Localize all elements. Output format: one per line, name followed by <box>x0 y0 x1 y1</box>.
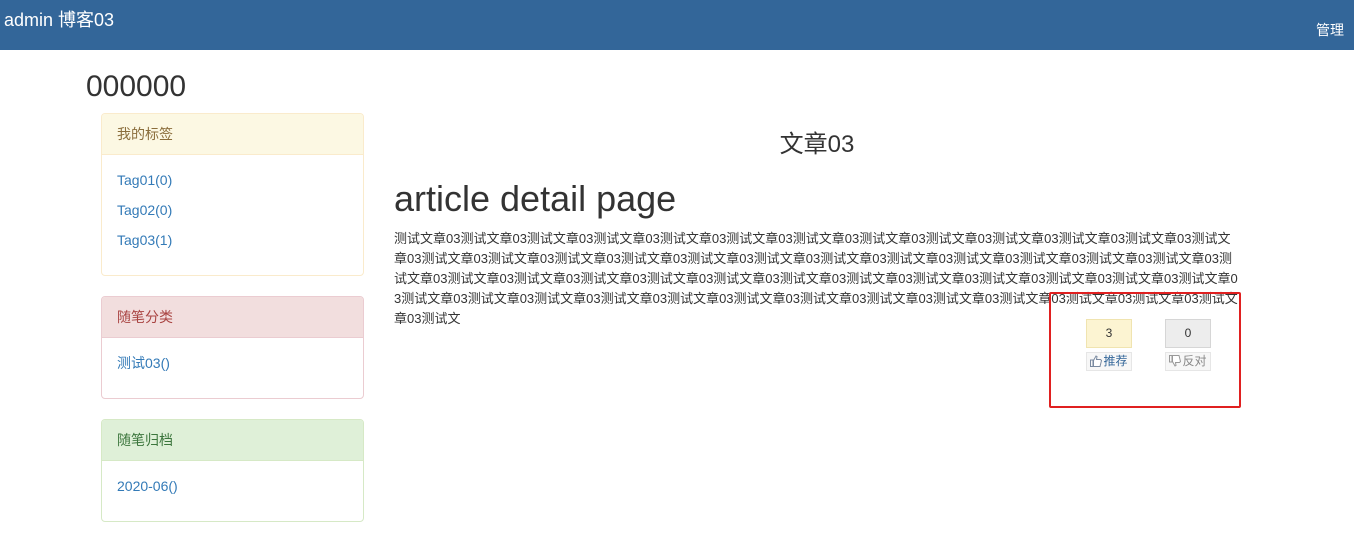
site-title: 000000 <box>86 70 187 103</box>
categories-panel-heading: 随笔分类 <box>102 297 363 338</box>
digg-label: 推荐 <box>1103 354 1128 368</box>
tags-panel-body: Tag01(0) Tag02(0) Tag03(1) <box>102 155 363 275</box>
digg-vote: 3 推荐 <box>1086 319 1132 371</box>
top-navbar: admin 博客03 管理 <box>0 0 1354 50</box>
tags-panel-heading: 我的标签 <box>102 114 363 155</box>
thumbs-up-icon <box>1090 355 1103 367</box>
digg-count: 3 <box>1086 319 1132 348</box>
category-link[interactable]: 测试03() <box>117 353 348 373</box>
article-title: 文章03 <box>779 131 855 158</box>
categories-panel-body: 测试03() <box>102 338 363 398</box>
tag-link[interactable]: Tag03(1) <box>117 230 348 250</box>
digg-button[interactable]: 推荐 <box>1086 352 1132 371</box>
bury-label: 反对 <box>1182 354 1207 368</box>
archive-panel-heading: 随笔归档 <box>102 420 363 461</box>
tag-link[interactable]: Tag01(0) <box>117 170 348 190</box>
archive-panel-body: 2020-06() <box>102 461 363 521</box>
blog-brand-link[interactable]: admin 博客03 <box>4 9 114 31</box>
bury-button[interactable]: 反对 <box>1165 352 1211 371</box>
vote-highlight-box <box>1049 292 1241 408</box>
tag-link[interactable]: Tag02(0) <box>117 200 348 220</box>
bury-count: 0 <box>1165 319 1211 348</box>
article-heading: article detail page <box>394 178 677 219</box>
categories-panel: 随笔分类 测试03() <box>101 296 364 399</box>
bury-vote: 0 反对 <box>1165 319 1211 371</box>
tags-panel: 我的标签 Tag01(0) Tag02(0) Tag03(1) <box>101 113 364 276</box>
thumbs-down-icon <box>1169 355 1182 367</box>
archive-panel: 随笔归档 2020-06() <box>101 419 364 522</box>
archive-link[interactable]: 2020-06() <box>117 476 348 496</box>
manage-link[interactable]: 管理 <box>1316 22 1344 38</box>
